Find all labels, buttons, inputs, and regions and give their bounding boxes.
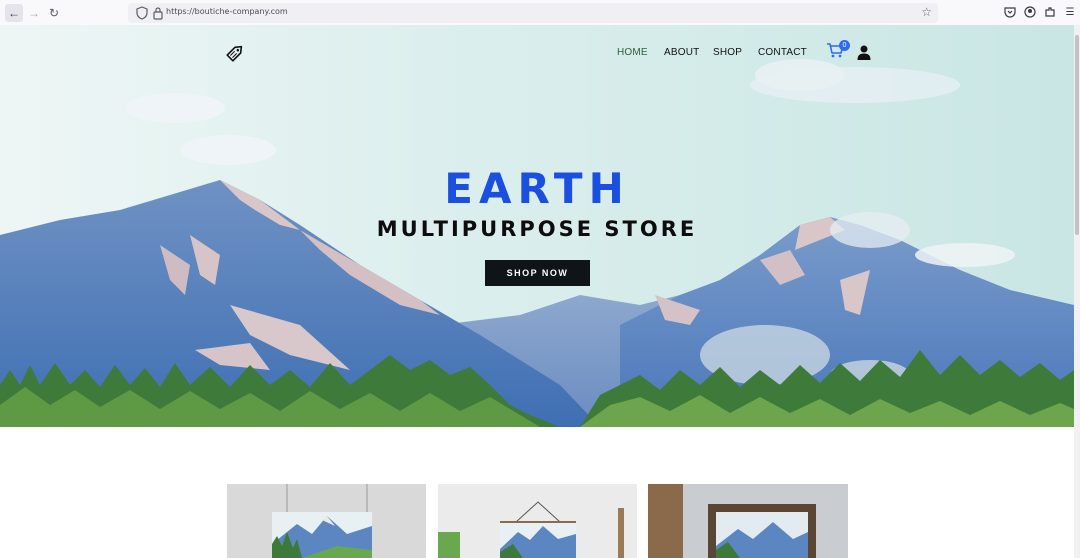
forward-icon[interactable]: → bbox=[25, 4, 43, 22]
lock-icon[interactable] bbox=[152, 6, 164, 20]
shield-icon[interactable] bbox=[136, 6, 148, 20]
price-tag-logo-icon[interactable] bbox=[222, 40, 248, 66]
hero-title: EARTH bbox=[444, 164, 630, 213]
url-text[interactable]: https://boutiche-company.com bbox=[166, 7, 288, 16]
menu-icon[interactable]: ☰ bbox=[1063, 5, 1077, 19]
shop-now-button[interactable]: SHOP NOW bbox=[485, 260, 590, 286]
hero-banner: HOME ABOUT SHOP CONTACT 0 EARTH MULTIPUR… bbox=[0, 25, 1074, 427]
mountain-poster-image bbox=[227, 484, 426, 558]
pocket-icon[interactable] bbox=[1003, 5, 1017, 19]
product-card-poster[interactable] bbox=[227, 484, 426, 558]
address-bar[interactable]: https://boutiche-company.com ☆ bbox=[128, 3, 938, 23]
back-icon[interactable]: ← bbox=[5, 4, 23, 22]
account-icon[interactable] bbox=[1023, 5, 1037, 19]
hero-subtitle: MULTIPURPOSE STORE bbox=[376, 217, 698, 241]
user-account-icon[interactable] bbox=[857, 45, 871, 60]
nav-shop[interactable]: SHOP bbox=[713, 47, 742, 58]
mountain-hanging-print-image bbox=[438, 484, 637, 558]
nav-about[interactable]: ABOUT bbox=[664, 47, 699, 58]
page-scrollbar[interactable] bbox=[1074, 25, 1080, 558]
browser-toolbar: ← → ↻ https://boutiche-company.com ☆ ☰ bbox=[0, 0, 1080, 26]
product-card-framed-print[interactable] bbox=[648, 484, 848, 558]
reload-icon[interactable]: ↻ bbox=[45, 4, 63, 22]
product-card-hanging-print[interactable] bbox=[438, 484, 637, 558]
mountain-framed-print-image bbox=[648, 484, 848, 558]
cart-count-badge[interactable]: 0 bbox=[839, 40, 850, 51]
extensions-icon[interactable] bbox=[1043, 5, 1057, 19]
bookmark-star-icon[interactable]: ☆ bbox=[921, 5, 932, 19]
scrollbar-thumb[interactable] bbox=[1075, 35, 1079, 235]
nav-home[interactable]: HOME bbox=[617, 47, 648, 58]
nav-contact[interactable]: CONTACT bbox=[758, 47, 807, 58]
